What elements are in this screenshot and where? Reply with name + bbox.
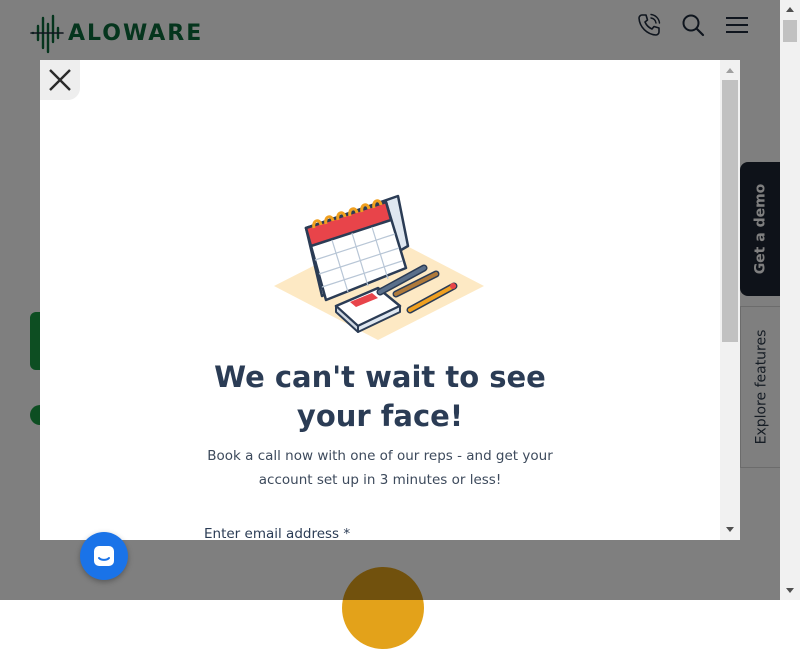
close-icon <box>49 69 71 91</box>
calendar-illustration <box>274 194 484 340</box>
modal-description-line-2: account set up in 3 minutes or less! <box>258 472 502 488</box>
close-modal-button[interactable] <box>40 60 80 100</box>
modal-scroll-down-arrow-icon[interactable] <box>726 527 734 532</box>
page-scrollbar[interactable] <box>780 0 800 600</box>
modal-description-line-1: Book a call now with one of our reps - a… <box>207 448 553 464</box>
modal-title-line-1: We can't wait to see <box>214 360 546 394</box>
scroll-up-arrow-icon[interactable] <box>786 7 794 12</box>
scrollbar-thumb[interactable] <box>783 20 797 42</box>
modal-scrollbar[interactable] <box>720 60 740 540</box>
chat-icon <box>94 546 114 566</box>
email-field-label: Enter email address * <box>204 526 351 540</box>
book-call-modal: We can't wait to see your face! Book a c… <box>40 60 740 540</box>
modal-scrollbar-thumb[interactable] <box>722 80 738 342</box>
modal-description: Book a call now with one of our reps - a… <box>140 444 620 492</box>
modal-title-line-2: your face! <box>296 399 464 433</box>
modal-scroll-up-arrow-icon[interactable] <box>726 68 734 73</box>
modal-content: We can't wait to see your face! Book a c… <box>40 60 720 540</box>
modal-title: We can't wait to see your face! <box>80 358 680 436</box>
scroll-down-arrow-icon[interactable] <box>786 588 794 593</box>
chat-launcher-button[interactable] <box>80 532 128 580</box>
